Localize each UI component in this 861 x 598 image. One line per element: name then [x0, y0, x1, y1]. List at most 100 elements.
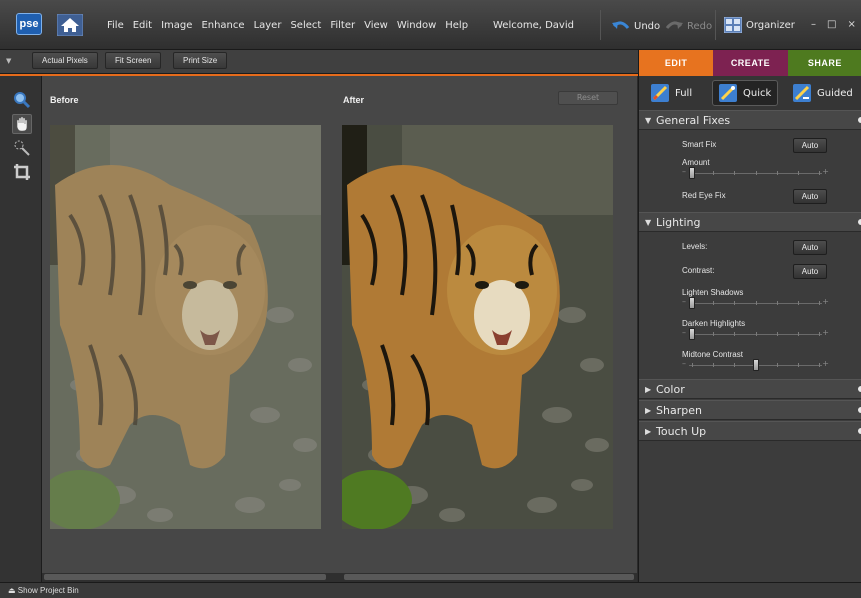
- slider-tick: [797, 363, 799, 367]
- section-title: Color: [656, 383, 685, 396]
- before-label: Before: [50, 95, 79, 105]
- mode-guided-label: Guided: [817, 87, 853, 99]
- quick-fix-icon: [719, 84, 737, 102]
- undo-label: Undo: [634, 20, 661, 32]
- menu-file[interactable]: File: [107, 20, 124, 31]
- section-title: General Fixes: [656, 114, 731, 127]
- slider-tick: [692, 363, 693, 367]
- hand-icon[interactable]: [12, 114, 32, 134]
- organizer-label: Organizer: [746, 19, 795, 31]
- scrollbar-thumb-right[interactable]: [344, 574, 634, 580]
- app-logo: pse: [16, 13, 42, 35]
- smart-fix-auto-button[interactable]: Auto: [793, 138, 827, 153]
- slider-tick: [713, 332, 715, 336]
- home-icon[interactable]: [56, 13, 84, 37]
- quick-selection-icon[interactable]: [12, 138, 32, 158]
- scrollbar-thumb-left[interactable]: [44, 574, 326, 580]
- lighten-shadows-label: Lighten Shadows: [682, 288, 744, 297]
- contrast-auto-button[interactable]: Auto: [793, 264, 827, 279]
- slider-knob[interactable]: [752, 359, 759, 371]
- mode-quick-button[interactable]: Quick: [712, 80, 779, 106]
- show-project-bin-label: Show Project Bin: [17, 586, 79, 595]
- fit-screen-button[interactable]: Fit Screen: [105, 52, 162, 69]
- print-size-button[interactable]: Print Size: [173, 52, 228, 69]
- slider-tick: [755, 332, 757, 336]
- mode-quick-label: Quick: [743, 87, 772, 99]
- menu-layer[interactable]: Layer: [254, 20, 282, 31]
- before-image[interactable]: [50, 125, 321, 529]
- menu-filter[interactable]: Filter: [330, 20, 355, 31]
- slider-plus-label: +: [822, 359, 829, 368]
- menu-enhance[interactable]: Enhance: [201, 20, 244, 31]
- section-color[interactable]: ▶ Color: [639, 379, 861, 399]
- after-image[interactable]: [342, 125, 613, 529]
- section-title: Lighting: [656, 216, 701, 229]
- tab-edit[interactable]: EDIT: [639, 50, 714, 76]
- menu-window[interactable]: Window: [397, 20, 436, 31]
- minimize-button[interactable]: –: [811, 19, 816, 30]
- slider-tick: [713, 363, 715, 367]
- darken-highlights-slider[interactable]: – +: [682, 328, 829, 342]
- slider-knob[interactable]: [689, 167, 695, 179]
- close-button[interactable]: ×: [847, 19, 855, 30]
- section-general-fixes[interactable]: ▼ General Fixes: [639, 110, 861, 130]
- reset-button[interactable]: Reset: [558, 91, 618, 105]
- lighten-shadows-slider[interactable]: – +: [682, 297, 829, 311]
- menu-bar: pse File Edit Image Enhance Layer Select…: [0, 0, 861, 50]
- menu-select[interactable]: Select: [290, 20, 321, 31]
- slider-tick: [819, 332, 820, 336]
- mode-guided-button[interactable]: Guided: [787, 80, 859, 106]
- maximize-button[interactable]: □: [827, 19, 836, 30]
- collapsed-triangle-icon: ▶: [645, 385, 652, 394]
- section-title: Sharpen: [656, 404, 702, 417]
- slider-tick: [734, 363, 736, 367]
- edit-mode-switcher: Full Quick Guided: [639, 76, 861, 110]
- horizontal-scrollbar[interactable]: [42, 573, 637, 582]
- show-project-bin-button[interactable]: ⏏ Show Project Bin: [8, 586, 79, 595]
- menu-view[interactable]: View: [364, 20, 388, 31]
- slider-tick: [819, 301, 820, 305]
- section-lighting[interactable]: ▼ Lighting: [639, 212, 861, 232]
- tab-create[interactable]: CREATE: [713, 50, 788, 76]
- organizer-button[interactable]: Organizer: [724, 17, 795, 33]
- slider-knob[interactable]: [689, 297, 695, 309]
- tab-share[interactable]: SHARE: [787, 50, 861, 76]
- mode-full-button[interactable]: Full: [645, 80, 698, 106]
- section-touch-up[interactable]: ▶ Touch Up: [639, 421, 861, 441]
- midtone-contrast-slider[interactable]: – +: [682, 359, 829, 373]
- separator: [600, 10, 601, 40]
- slider-tick: [734, 171, 736, 175]
- menu-help[interactable]: Help: [445, 20, 468, 31]
- menu-image[interactable]: Image: [161, 20, 192, 31]
- redo-label: Redo: [687, 20, 713, 32]
- redo-button[interactable]: Redo: [665, 20, 712, 32]
- amount-slider[interactable]: – +: [682, 167, 829, 181]
- crop-icon[interactable]: [12, 162, 32, 182]
- darken-highlights-label: Darken Highlights: [682, 319, 746, 328]
- slider-minus-label: –: [682, 328, 686, 337]
- slider-minus-label: –: [682, 167, 686, 176]
- full-edit-icon: [651, 84, 669, 102]
- actual-pixels-button[interactable]: Actual Pixels: [32, 52, 98, 69]
- panel-tabs: EDIT CREATE SHARE: [639, 50, 861, 76]
- options-menu-arrow-icon[interactable]: ▼: [6, 57, 11, 65]
- slider-tick: [776, 301, 778, 305]
- expanded-triangle-icon: ▼: [645, 218, 652, 227]
- smart-fix-label: Smart Fix: [682, 140, 717, 149]
- organizer-icon: [724, 17, 742, 33]
- menu-edit[interactable]: Edit: [133, 20, 152, 31]
- undo-button[interactable]: Undo: [612, 20, 660, 32]
- options-bar: ▼ Actual Pixels Fit Screen Print Size: [0, 50, 638, 74]
- toolbox: [0, 76, 42, 582]
- slider-knob[interactable]: [689, 328, 695, 340]
- canvas-area: Before After Reset: [42, 76, 637, 582]
- slider-tick: [713, 171, 715, 175]
- magnifier-icon[interactable]: [12, 90, 32, 110]
- slider-minus-label: –: [682, 297, 686, 306]
- slider-tick: [819, 363, 820, 367]
- slider-tick: [755, 301, 757, 305]
- guided-edit-icon: [793, 84, 811, 102]
- levels-auto-button[interactable]: Auto: [793, 240, 827, 255]
- red-eye-auto-button[interactable]: Auto: [793, 189, 827, 204]
- section-sharpen[interactable]: ▶ Sharpen: [639, 400, 861, 420]
